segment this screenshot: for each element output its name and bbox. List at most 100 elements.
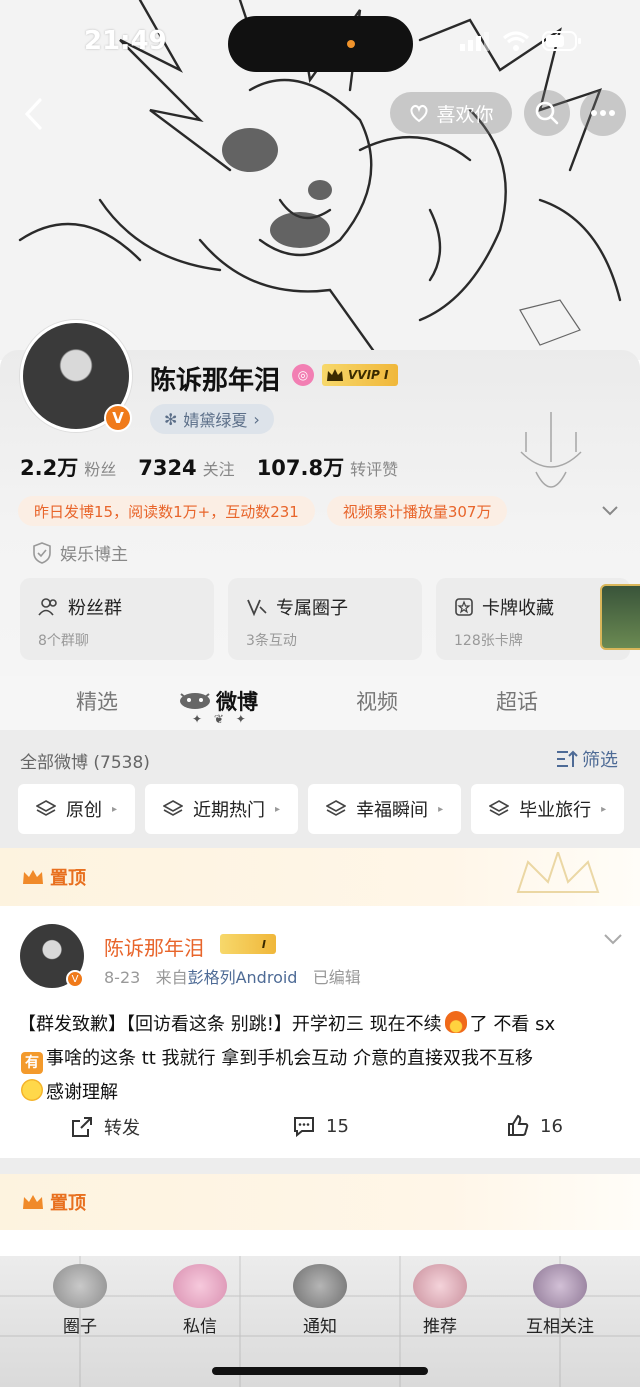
card-card-collection[interactable]: 卡牌收藏 128张卡牌: [436, 578, 640, 660]
back-button[interactable]: [14, 92, 54, 136]
stat-value: 7324: [138, 456, 197, 480]
chip-recent-hot[interactable]: 近期热门 ▸: [145, 784, 299, 834]
card-fan-group[interactable]: 粉丝群 8个群聊: [20, 578, 214, 660]
stat-interactions[interactable]: 107.8万 转评赞: [257, 452, 398, 482]
like-count: 16: [540, 1115, 563, 1137]
post-vip-badge: I: [220, 934, 276, 954]
chip-label: 近期热门: [193, 800, 266, 821]
stat-label: 关注: [202, 460, 235, 479]
filter-label: 筛选: [582, 750, 618, 771]
crown-icon: [327, 369, 343, 381]
card-title: 粉丝群: [68, 598, 122, 619]
bow-icon: [173, 1264, 227, 1308]
tab-cat-decoration-icon: [180, 693, 210, 709]
member-badge-icon[interactable]: ◎: [292, 364, 314, 386]
post-from-prefix: 来自: [155, 968, 188, 987]
tab-featured[interactable]: 精选: [76, 686, 118, 716]
pinned-header-2: 置顶: [0, 1174, 640, 1230]
category-chips: 原创 ▸ 近期热门 ▸ 幸福瞬间 ▸ 毕业旅行 ▸: [18, 784, 625, 834]
profile-stats: 2.2万 粉丝 7324 关注 107.8万 转评赞: [20, 452, 398, 482]
search-button[interactable]: [524, 90, 570, 136]
post-verified-badge: V: [66, 970, 84, 988]
heart-hand-icon: [410, 104, 429, 123]
status-time: 21:49: [84, 26, 167, 56]
tabbar-mutual-follow[interactable]: 互相关注: [520, 1264, 600, 1337]
pinned-label: 置顶: [22, 1189, 86, 1215]
chip-arrow-icon: ▸: [601, 803, 607, 815]
chip-arrow-icon: ▸: [112, 803, 118, 815]
layers-icon: [326, 800, 347, 816]
privacy-indicator-icon: [347, 40, 355, 48]
stat-followers[interactable]: 2.2万 粉丝: [20, 452, 116, 482]
card-exclusive-circle[interactable]: 专属圈子 3条互动: [228, 578, 422, 660]
repost-label: 转发: [104, 1118, 140, 1139]
card-subtitle: 8个群聊: [38, 633, 89, 649]
highlight-chips: 昨日发博15，阅读数1万+，互动数231 视频累计播放量307万: [18, 496, 508, 526]
filter-button[interactable]: 筛选: [556, 746, 618, 772]
pinned-text: 置顶: [50, 868, 86, 889]
wifi-icon: [502, 31, 530, 51]
expand-chevron-icon[interactable]: [600, 500, 620, 520]
post-date: 8-23: [104, 968, 141, 987]
post-text-2: 了 不看 sx: [469, 1014, 556, 1035]
post-actions: 转发 15 16: [0, 1110, 640, 1144]
layers-icon: [163, 800, 184, 816]
more-button[interactable]: [580, 90, 626, 136]
tab-super-topic[interactable]: 超话: [496, 686, 538, 716]
card-subtitle: 3条互动: [246, 633, 297, 649]
comment-count: 15: [326, 1115, 349, 1137]
tabbar-label: 圈子: [63, 1317, 97, 1337]
profile-tag-chip[interactable]: ✻ 婧黛绿夏 ›: [150, 404, 274, 434]
tab-underline-decoration: ✦ ❦ ✦: [192, 712, 250, 726]
tabbar-label: 私信: [183, 1317, 217, 1337]
post-text-3: 事啥的这条 tt 我就行 拿到手机会互动 介意的直接双我不互移: [46, 1048, 533, 1069]
comment-button[interactable]: 15: [292, 1114, 349, 1138]
tabbar-label: 互相关注: [526, 1317, 594, 1337]
cellular-signal-icon: [460, 32, 489, 51]
shield-icon: [33, 541, 51, 564]
tabbar-recommend[interactable]: 推荐: [400, 1264, 480, 1337]
stat-following[interactable]: 7324 关注: [138, 456, 234, 480]
crown-icon: [23, 1195, 43, 1209]
group-icon: [38, 598, 57, 616]
home-indicator: [212, 1367, 428, 1375]
chip-happy-moments[interactable]: 幸福瞬间 ▸: [308, 784, 462, 834]
profile-role: 娱乐博主: [32, 540, 128, 565]
pinned-text: 置顶: [50, 1193, 86, 1214]
filter-icon: [557, 750, 578, 767]
card-star-icon: [455, 598, 473, 616]
profile-username: 陈诉那年泪: [150, 366, 281, 396]
feed-divider: [0, 1158, 640, 1174]
post-author-name[interactable]: 陈诉那年泪: [104, 932, 204, 961]
status-icons: [460, 30, 582, 52]
highlight-video-views[interactable]: 视频累计播放量307万: [326, 496, 508, 526]
like-you-button[interactable]: 喜欢你: [390, 92, 512, 134]
snowflake-icon: ✻: [164, 409, 178, 429]
chip-graduation-trip[interactable]: 毕业旅行 ▸: [471, 784, 625, 834]
crown-cake-icon: [53, 1264, 107, 1308]
highlight-yesterday[interactable]: 昨日发博15，阅读数1万+，互动数231: [18, 496, 315, 526]
status-bar: 21:49: [0, 0, 640, 86]
tabbar-circle[interactable]: 圈子: [40, 1264, 120, 1337]
pinned-decoration-icon: [516, 852, 600, 893]
comment-icon: [294, 1117, 314, 1138]
tabbar-messages[interactable]: 私信: [160, 1264, 240, 1337]
tab-video[interactable]: 视频: [356, 686, 398, 716]
tabbar-notifications[interactable]: 通知: [280, 1264, 360, 1337]
search-icon: [535, 101, 559, 125]
cake-icon: [413, 1264, 467, 1308]
laugh-emoji-icon: [21, 1079, 43, 1101]
post-text-4: 感谢理解: [46, 1082, 118, 1103]
post-edited: 已编辑: [312, 968, 361, 987]
pinned-header: 置顶: [0, 848, 640, 906]
profile-tag-label: 婧黛绿夏: [183, 411, 248, 430]
vvip-badge[interactable]: VVIP I: [322, 364, 399, 386]
repost-button[interactable]: 转发: [70, 1114, 140, 1140]
thumbs-up-icon: [508, 1114, 529, 1136]
cat-icon: [293, 1264, 347, 1308]
more-dots-icon: [591, 110, 615, 116]
like-button[interactable]: 16: [506, 1114, 563, 1138]
post-menu-chevron-icon[interactable]: [602, 930, 624, 948]
chip-original[interactable]: 原创 ▸: [18, 784, 136, 834]
post-source[interactable]: 彭格列Android: [188, 968, 298, 987]
